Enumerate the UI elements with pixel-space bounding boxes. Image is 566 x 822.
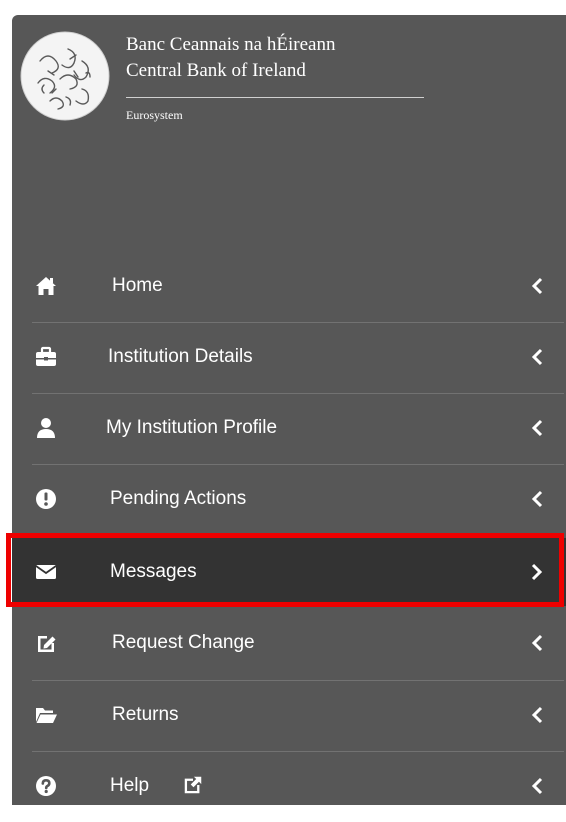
sidebar-item-label: Pending Actions [110, 488, 247, 509]
folder-open-icon [36, 708, 57, 723]
sidebar-item-home[interactable]: Home [12, 252, 566, 322]
sidebar-item-help[interactable]: Help [12, 752, 566, 822]
sidebar-item-my-institution-profile[interactable]: My Institution Profile [12, 394, 566, 464]
sidebar-item-label: My Institution Profile [106, 417, 278, 438]
external-link-icon[interactable] [182, 774, 204, 796]
chevron-left-icon[interactable] [530, 490, 544, 508]
sidebar-item-label: Request Change [112, 632, 255, 653]
sidebar-item-label: Messages [110, 561, 197, 582]
chevron-left-icon[interactable] [530, 277, 544, 295]
central-bank-seal-logo [20, 31, 110, 121]
chevron-left-icon[interactable] [530, 634, 544, 652]
chevron-left-icon[interactable] [530, 706, 544, 724]
sidebar-item-pending-actions[interactable]: Pending Actions [12, 465, 566, 535]
chevron-left-icon[interactable] [530, 419, 544, 437]
user-icon [37, 418, 55, 438]
chevron-left-icon[interactable] [530, 348, 544, 366]
sidebar-item-request-change[interactable]: Request Change [12, 609, 566, 679]
edit-icon [38, 636, 56, 652]
logo-divider [126, 97, 424, 98]
home-icon [36, 277, 56, 295]
sidebar-item-institution-details[interactable]: Institution Details [12, 323, 566, 393]
sidebar-item-label: Returns [112, 704, 179, 725]
chevron-left-icon[interactable] [530, 777, 544, 795]
sidebar-item-label: Help [110, 775, 150, 796]
sidebar-item-label: Home [112, 275, 163, 296]
sidebar-item-returns[interactable]: Returns [12, 681, 566, 751]
chevron-right-icon[interactable] [530, 563, 544, 581]
envelope-icon [35, 565, 57, 579]
sidebar-item-label: Institution Details [108, 346, 253, 367]
bank-name-english: Central Bank of Ireland [126, 60, 306, 81]
sidebar-item-messages[interactable]: Messages [12, 538, 566, 606]
briefcase-icon [36, 346, 56, 366]
eurosystem-label: Eurosystem [126, 108, 183, 122]
question-circle-icon [36, 776, 56, 796]
exclamation-circle-icon [36, 489, 56, 509]
bank-name-irish: Banc Ceannais na hÉireann [126, 34, 336, 55]
